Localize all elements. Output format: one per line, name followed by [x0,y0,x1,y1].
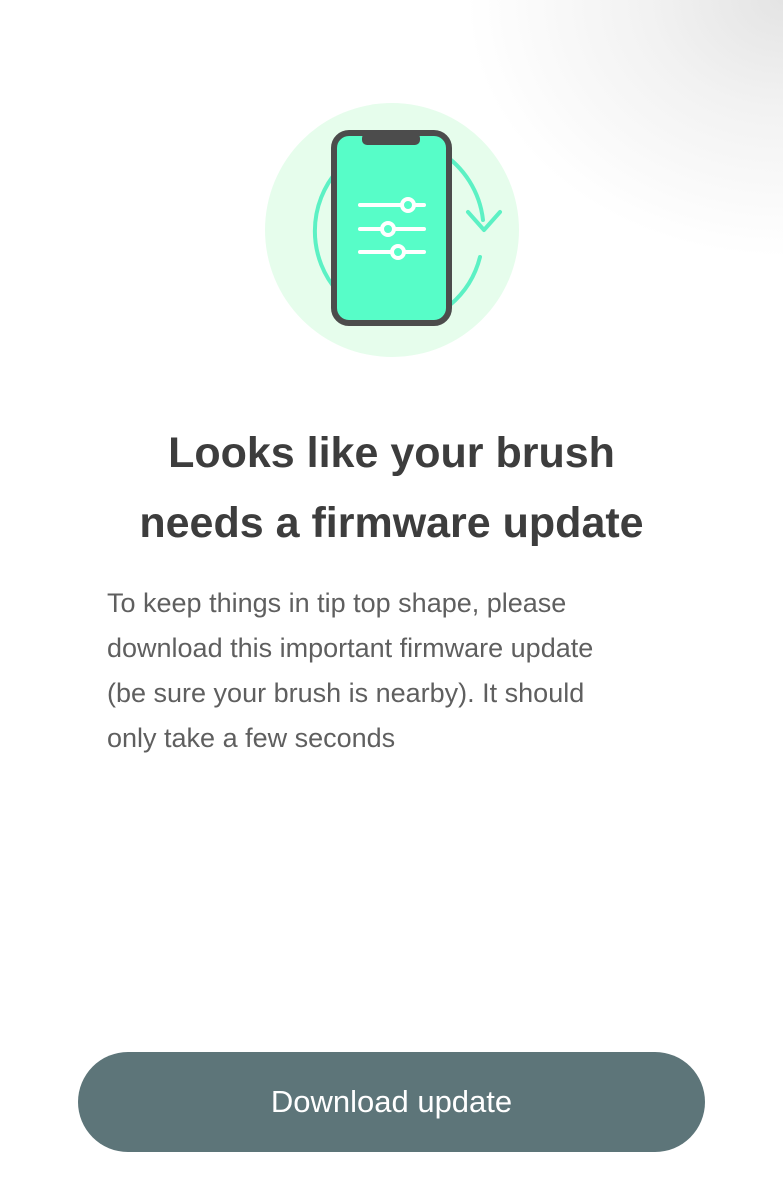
slider-knob-2 [380,221,396,237]
page-title: Looks like your brush needs a firmware u… [0,418,783,558]
title-line: needs a firmware update [139,499,644,547]
description-line: (be sure your brush is nearby). It shoul… [107,678,585,708]
description-line: only take a few seconds [107,723,396,753]
phone-notch [362,133,420,145]
title-line: Looks like your brush [168,429,615,477]
description-line: download this important firmware update [107,633,594,663]
description-line: To keep things in tip top shape, please [107,588,567,618]
slider-knob-1 [400,197,416,213]
phone-firmware-update-icon [265,103,519,357]
download-update-button[interactable]: Download update [78,1052,705,1152]
slider-knob-3 [390,244,406,260]
firmware-illustration [262,100,522,360]
description: To keep things in tip top shape, please … [107,581,707,761]
